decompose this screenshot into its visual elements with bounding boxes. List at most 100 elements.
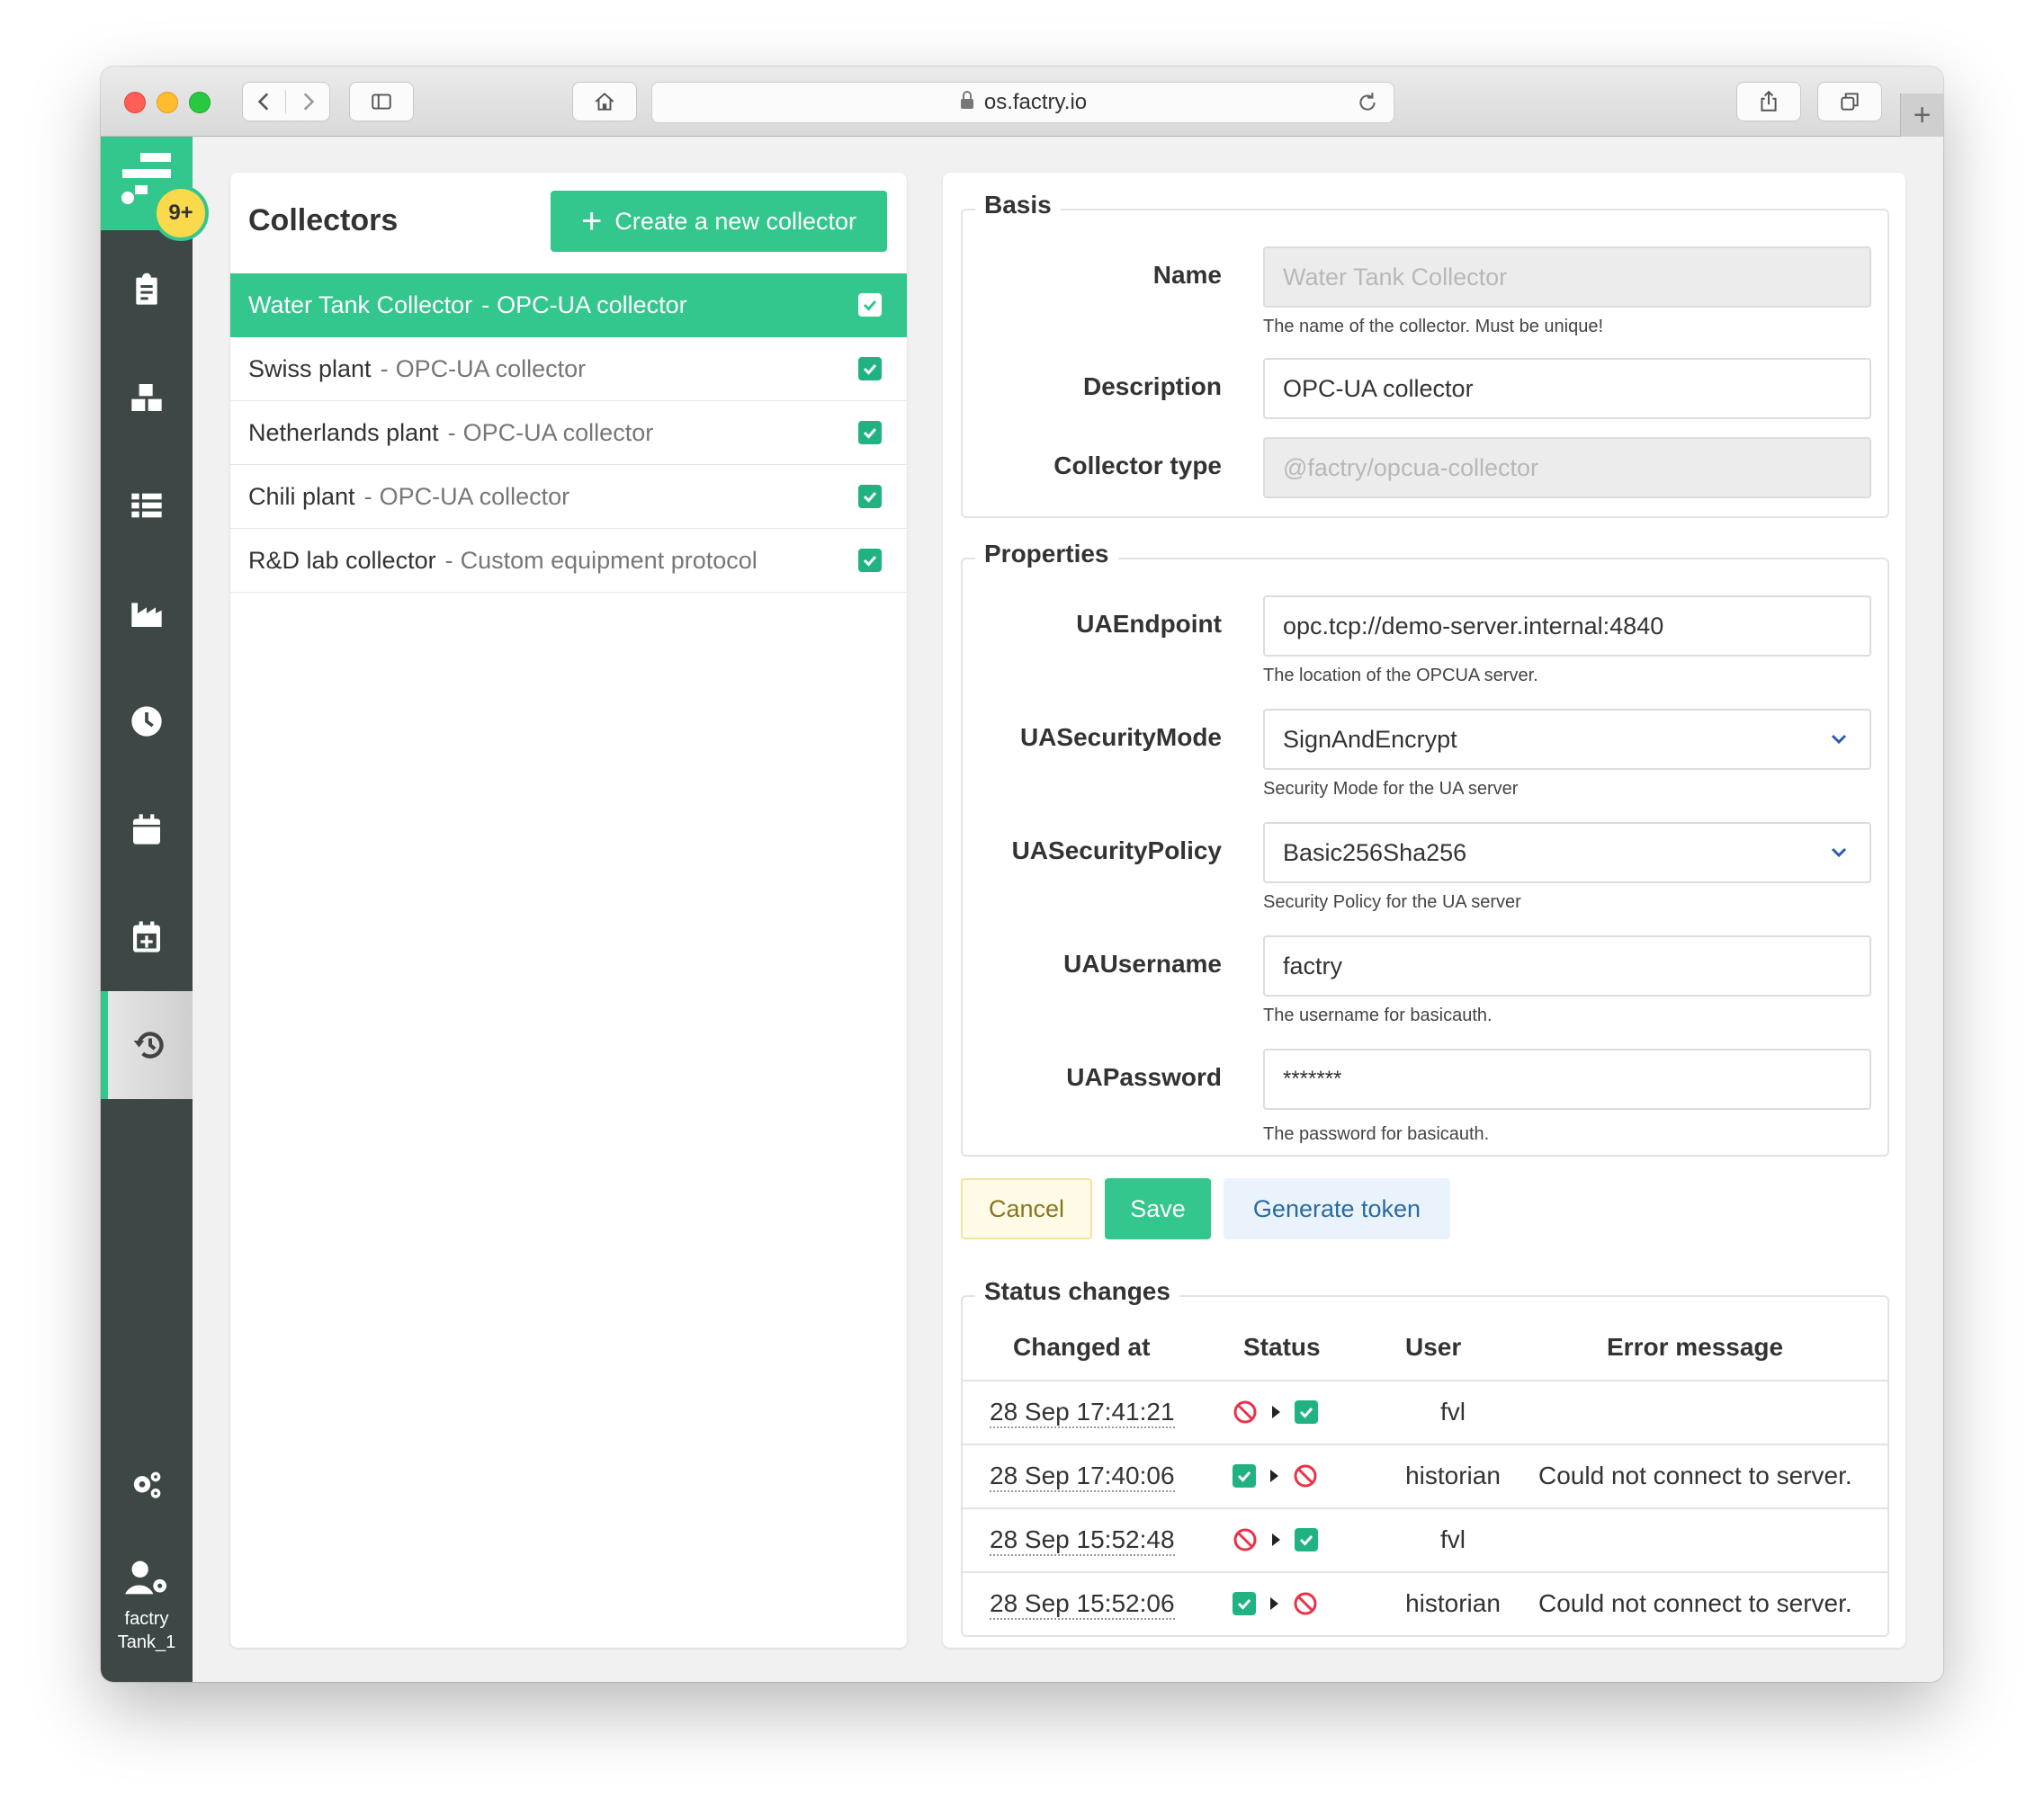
password-label: UAPassword [1066, 1063, 1222, 1091]
status-changes-fieldset: Status changes Changed at Status User Er… [961, 1277, 1889, 1637]
factry-logo[interactable]: 9+ [101, 137, 209, 241]
enabled-checkbox-icon[interactable] [858, 293, 882, 317]
endpoint-label: UAEndpoint [1076, 610, 1222, 638]
nav-collectors[interactable] [101, 991, 193, 1099]
status-table-row: 28 Sep 17:40:06 historian Could not connec… [963, 1444, 1887, 1507]
status-table-row: 28 Sep 17:41:21 fvl [963, 1380, 1887, 1444]
factory-icon [131, 603, 162, 627]
username-help: The username for basicauth. [1263, 1006, 1493, 1025]
share-icon [1761, 90, 1777, 112]
collector-type-label: Collector type [1053, 452, 1222, 479]
security-policy-label: UASecurityPolicy [1011, 836, 1222, 864]
disabled-status-icon [1293, 1591, 1318, 1616]
basis-legend: Basis [975, 191, 1061, 219]
changed-at-cell[interactable]: 28 Sep 15:52:48 [990, 1525, 1175, 1556]
enabled-status-icon [1233, 1464, 1256, 1488]
status-cell [1233, 1399, 1318, 1425]
enabled-checkbox-icon[interactable] [858, 421, 882, 444]
minimize-window-button[interactable] [157, 92, 178, 113]
basis-fieldset: Basis Name Water Tank Collector The name… [961, 191, 1889, 518]
collector-list-item[interactable]: Chili plant - OPC-UA collector [230, 465, 907, 529]
nav-list[interactable] [101, 452, 193, 559]
calendar-icon [133, 814, 160, 845]
create-collector-button[interactable]: + Create a new collector [551, 191, 887, 252]
nav-factory[interactable] [101, 559, 193, 667]
endpoint-help: The location of the OPCUA server. [1263, 666, 1538, 685]
browser-titlebar: os.factry.io + [101, 67, 1943, 137]
user-account[interactable]: factry Tank_1 [101, 1558, 193, 1654]
clock-icon [131, 706, 162, 737]
collector-separator: - [447, 418, 456, 446]
nav-calendar-add[interactable] [101, 883, 193, 991]
back-icon[interactable] [243, 90, 286, 113]
status-cell [1233, 1591, 1318, 1616]
error-message-cell: Could not connect to server. [1538, 1462, 1852, 1489]
close-window-button[interactable] [124, 92, 146, 113]
enabled-status-icon [1295, 1400, 1318, 1424]
security-policy-help: Security Policy for the UA server [1263, 892, 1521, 912]
collector-list-item[interactable]: R&D lab collector - Custom equipment proto… [230, 529, 907, 593]
cancel-button[interactable]: Cancel [961, 1178, 1092, 1239]
address-bar[interactable]: os.factry.io [651, 82, 1394, 123]
chevron-down-icon [1828, 842, 1850, 870]
properties-fieldset: Properties UAEndpoint opc.tcp://demo-ser… [961, 540, 1889, 1157]
collector-list-item[interactable]: Water Tank Collector - OPC-UA collector [230, 273, 907, 337]
collector-name: Netherlands plant [248, 418, 439, 446]
header-user: User [1405, 1333, 1462, 1361]
home-button[interactable] [572, 82, 637, 121]
collector-separator: - [444, 546, 453, 574]
username-input[interactable]: factry [1263, 935, 1871, 997]
generate-token-button[interactable]: Generate token [1224, 1178, 1450, 1239]
enabled-checkbox-icon[interactable] [858, 485, 882, 508]
enabled-status-icon [1295, 1528, 1318, 1551]
nav-orders[interactable] [101, 236, 193, 344]
nav-settings[interactable] [101, 1432, 193, 1540]
description-input[interactable]: OPC-UA collector [1263, 358, 1871, 419]
notification-badge[interactable]: 9+ [153, 185, 209, 241]
user-cell: historian [1405, 1589, 1501, 1617]
collector-name: R&D lab collector [248, 546, 436, 574]
nav-equipment[interactable] [101, 344, 193, 452]
enabled-status-icon [1233, 1592, 1256, 1615]
changed-at-cell[interactable]: 28 Sep 17:41:21 [990, 1398, 1175, 1428]
collector-detail-panel: Basis Name Water Tank Collector The name… [943, 173, 1905, 1648]
password-input[interactable]: ******* [1263, 1049, 1871, 1110]
status-cell [1233, 1463, 1318, 1489]
app-sidebar: 9+ factry Tank_1 [101, 137, 209, 1682]
collector-type-input[interactable]: @factry/opcua-collector [1263, 437, 1871, 498]
collector-list-item[interactable]: Netherlands plant - OPC-UA collector [230, 401, 907, 465]
security-mode-select[interactable]: SignAndEncrypt [1263, 709, 1871, 770]
share-button[interactable] [1736, 82, 1801, 121]
history-icon [133, 1032, 164, 1059]
back-forward-buttons[interactable] [242, 82, 330, 121]
security-policy-select[interactable]: Basic256Sha256 [1263, 822, 1871, 883]
collector-list-item[interactable]: Swiss plant - OPC-UA collector [230, 337, 907, 401]
calendar-plus-icon [133, 921, 160, 952]
nav-calendar[interactable] [101, 775, 193, 883]
endpoint-input[interactable]: opc.tcp://demo-server.internal:4840 [1263, 595, 1871, 657]
user-cell: historian [1405, 1462, 1501, 1489]
enabled-checkbox-icon[interactable] [858, 549, 882, 572]
nav-history-clock[interactable] [101, 667, 193, 775]
forward-icon[interactable] [286, 90, 329, 113]
changed-at-cell[interactable]: 28 Sep 17:40:06 [990, 1462, 1175, 1492]
changed-at-cell[interactable]: 28 Sep 15:52:06 [990, 1589, 1175, 1620]
collector-name: Water Tank Collector [248, 291, 473, 318]
gears-icon [133, 1471, 161, 1498]
user-cell: fvl [1440, 1398, 1466, 1426]
tabs-overview-button[interactable] [1817, 82, 1882, 121]
enabled-checkbox-icon[interactable] [858, 357, 882, 380]
status-table-row: 28 Sep 15:52:06 historian Could not connec… [963, 1571, 1887, 1635]
zoom-window-button[interactable] [189, 92, 211, 113]
username-label: UAUsername [1063, 950, 1222, 978]
user-gear-icon [125, 1560, 166, 1595]
sidebar-toggle-button[interactable] [349, 82, 414, 121]
new-tab-button[interactable]: + [1900, 94, 1943, 137]
user-name-line1: factry [124, 1609, 169, 1629]
save-button[interactable]: Save [1105, 1178, 1211, 1239]
collectors-panel: Collectors + Create a new collector Wate… [230, 173, 907, 1648]
arrow-right-icon [1272, 1406, 1280, 1418]
reload-icon[interactable] [1356, 91, 1379, 121]
home-icon [595, 93, 614, 111]
name-input[interactable]: Water Tank Collector [1263, 246, 1871, 308]
